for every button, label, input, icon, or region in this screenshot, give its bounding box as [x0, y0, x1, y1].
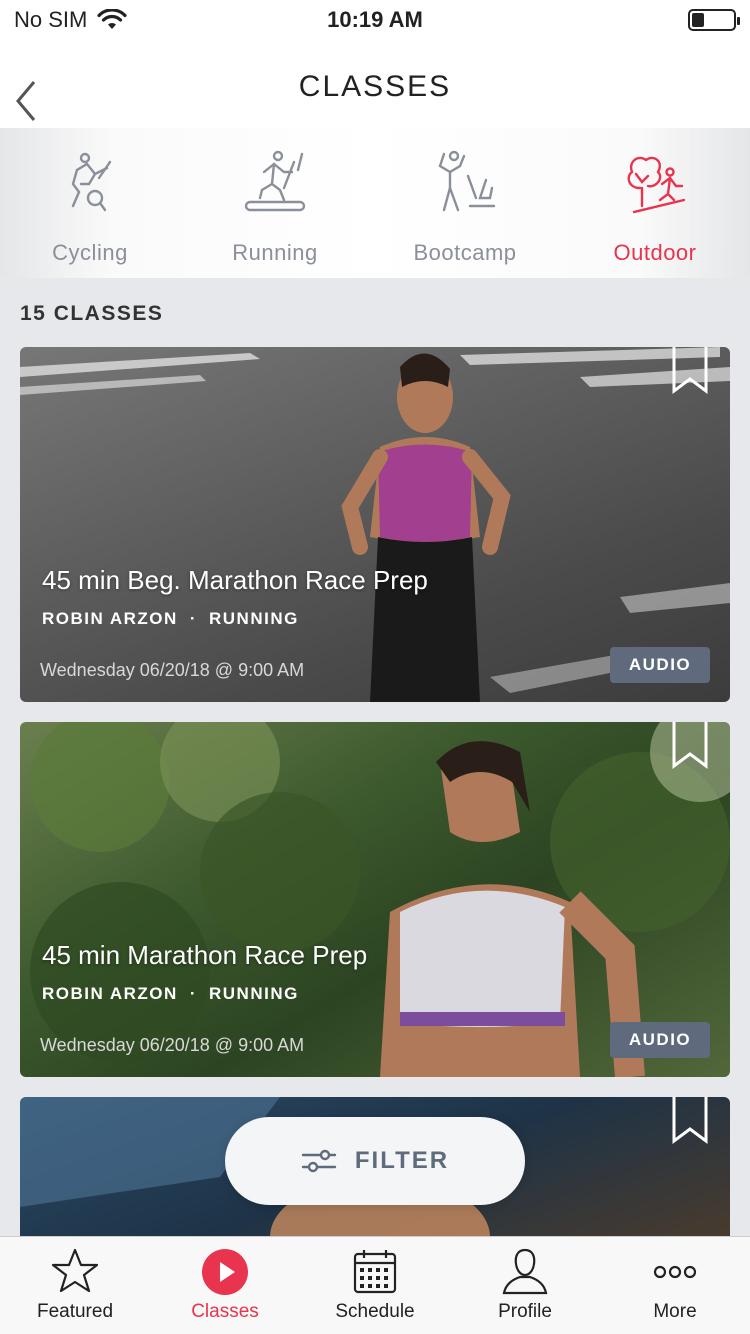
- class-meta: ROBIN ARZON · RUNNING: [42, 609, 299, 629]
- tab-bar: Featured Classes Schedule Profile More: [0, 1236, 750, 1334]
- tab-more[interactable]: More: [600, 1237, 750, 1334]
- category-bootcamp[interactable]: Bootcamp: [370, 128, 560, 278]
- meta-separator: ·: [189, 984, 197, 1003]
- bookmark-icon[interactable]: [670, 347, 710, 395]
- instructor-name: ROBIN ARZON: [42, 984, 178, 1003]
- category-cycling[interactable]: Cycling: [0, 128, 180, 278]
- nav-header: CLASSES: [0, 40, 750, 128]
- running-icon: [244, 150, 306, 212]
- category-running[interactable]: Running: [180, 128, 370, 278]
- class-title: 45 min Marathon Race Prep: [42, 940, 368, 970]
- sliders-icon: [301, 1149, 337, 1173]
- play-icon: [202, 1249, 248, 1295]
- audio-badge: AUDIO: [610, 1022, 710, 1058]
- bookmark-icon[interactable]: [670, 1097, 710, 1145]
- class-card[interactable]: 45 min Beg. Marathon Race Prep ROBIN ARZ…: [20, 347, 730, 702]
- class-date: Wednesday 06/20/18 @ 9:00 AM: [40, 1035, 305, 1055]
- battery-icon: [688, 9, 740, 31]
- tab-label: Featured: [36, 1301, 114, 1322]
- tab-label: Schedule: [335, 1301, 415, 1322]
- runner-figure: [341, 353, 511, 702]
- category-label: Cycling: [52, 240, 128, 265]
- class-card[interactable]: 45 min Marathon Race Prep ROBIN ARZON · …: [20, 722, 730, 1077]
- outdoor-icon: [627, 156, 686, 214]
- cycling-icon: [71, 152, 112, 212]
- category-outdoor[interactable]: Outdoor: [560, 128, 750, 278]
- tab-profile[interactable]: Profile: [450, 1237, 600, 1334]
- category-label: Outdoor: [613, 240, 697, 265]
- tab-featured[interactable]: Featured: [0, 1237, 150, 1334]
- category-label: Running: [232, 240, 318, 265]
- status-bar: No SIM 10:19 AM: [0, 0, 750, 40]
- star-icon: [51, 1248, 99, 1293]
- class-meta: ROBIN ARZON · RUNNING: [42, 984, 299, 1004]
- category-tabs: Cycling Running Bootcamp Outdoor: [0, 128, 750, 278]
- calendar-icon: [353, 1250, 397, 1294]
- audio-badge: AUDIO: [610, 647, 710, 683]
- bootcamp-icon: [438, 150, 496, 212]
- wifi-icon: [97, 9, 127, 29]
- more-icon: [653, 1265, 697, 1279]
- tab-label: Profile: [498, 1301, 552, 1322]
- category-label: Bootcamp: [413, 240, 517, 265]
- tab-classes[interactable]: Classes: [150, 1237, 300, 1334]
- tab-label: Classes: [191, 1301, 259, 1322]
- tab-schedule[interactable]: Schedule: [300, 1237, 450, 1334]
- status-left: No SIM: [14, 7, 127, 33]
- carrier-label: No SIM: [14, 7, 88, 32]
- instructor-name: ROBIN ARZON: [42, 609, 178, 628]
- class-type: RUNNING: [208, 984, 299, 1003]
- filter-label: FILTER: [354, 1147, 450, 1174]
- page-title: CLASSES: [298, 70, 452, 103]
- class-date: Wednesday 06/20/18 @ 9:00 AM: [40, 660, 305, 680]
- filter-button[interactable]: FILTER: [225, 1117, 525, 1205]
- person-icon: [502, 1248, 548, 1295]
- class-type: RUNNING: [208, 609, 299, 628]
- class-count: 15 CLASSES: [20, 302, 164, 325]
- bookmark-icon[interactable]: [670, 722, 710, 770]
- tab-label: More: [653, 1301, 697, 1322]
- class-title: 45 min Beg. Marathon Race Prep: [42, 565, 428, 595]
- meta-separator: ·: [189, 609, 197, 628]
